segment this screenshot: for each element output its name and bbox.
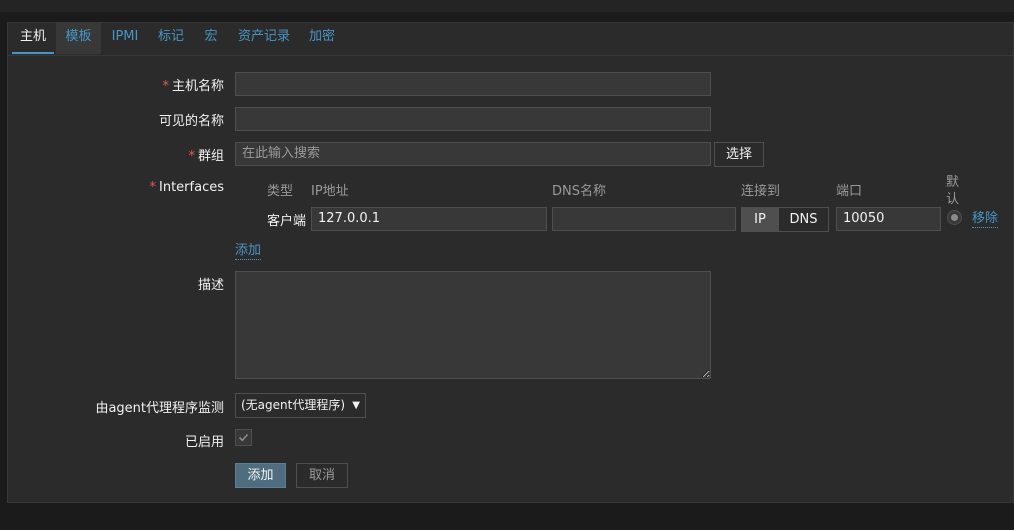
host-form-panel: 主机 模板 IPMI 标记 宏 资产记录 加密 * 主机名称 可见的名称 * 群组 … xyxy=(7,22,1014,503)
tab-tags[interactable]: 标记 xyxy=(154,23,188,54)
enabled-checkbox[interactable] xyxy=(235,429,252,446)
enabled-label: 已启用 xyxy=(184,435,224,450)
remove-interface-link[interactable]: 移除 xyxy=(972,211,999,228)
check-icon xyxy=(238,433,249,442)
interface-ip-input[interactable]: 127.0.0.1 xyxy=(311,207,547,231)
groups-select-button[interactable]: 选择 xyxy=(714,142,764,167)
interfaces-header-ip: IP地址 xyxy=(311,184,349,199)
tab-macros[interactable]: 宏 xyxy=(200,23,222,54)
tab-templates[interactable]: 模板 xyxy=(56,23,101,54)
tab-inventory[interactable]: 资产记录 xyxy=(234,23,294,54)
description-label: 描述 xyxy=(197,278,224,293)
interfaces-label: * Interfaces xyxy=(149,180,224,195)
groups-label: * 群组 xyxy=(188,149,224,164)
visible-name-input[interactable] xyxy=(235,107,711,131)
tab-bar: 主机 模板 IPMI 标记 宏 资产记录 加密 xyxy=(8,23,1013,56)
connect-to-ip-button[interactable]: IP xyxy=(741,207,779,232)
description-textarea[interactable] xyxy=(235,271,711,379)
proxy-label: 由agent代理程序监测 xyxy=(95,401,224,416)
interfaces-header-default: 认 xyxy=(946,192,960,207)
chevron-down-icon: ▼ xyxy=(352,400,360,411)
tab-ipmi[interactable]: IPMI xyxy=(107,23,143,54)
host-name-label: * 主机名称 xyxy=(162,79,224,94)
top-bar xyxy=(0,0,1014,12)
connect-to-dns-button[interactable]: DNS xyxy=(778,207,829,232)
default-interface-radio[interactable] xyxy=(947,210,962,225)
tab-host[interactable]: 主机 xyxy=(12,23,54,54)
add-interface-link[interactable]: 添加 xyxy=(235,243,262,260)
add-button[interactable]: 添加 xyxy=(235,463,286,488)
proxy-select[interactable]: (无agent代理程序) ▼ xyxy=(235,393,366,418)
groups-search-input[interactable]: 在此输入搜索 xyxy=(235,142,711,166)
tab-encryption[interactable]: 加密 xyxy=(306,23,338,54)
visible-name-label: 可见的名称 xyxy=(158,114,224,129)
required-mark: * xyxy=(188,149,195,164)
required-mark: * xyxy=(149,180,157,195)
interface-dns-input[interactable] xyxy=(552,207,736,231)
cancel-button[interactable]: 取消 xyxy=(296,463,348,488)
interfaces-header-connect-to: 连接到 xyxy=(741,184,781,199)
host-name-input[interactable] xyxy=(235,72,711,96)
required-mark: * xyxy=(162,79,169,94)
interfaces-header-type: 类型 xyxy=(267,184,294,199)
interface-port-input[interactable]: 10050 xyxy=(836,207,941,231)
interfaces-header-dns: DNS名称 xyxy=(552,184,606,199)
interface-type: 客户端 xyxy=(267,214,307,229)
interfaces-header-port: 端口 xyxy=(836,184,863,199)
